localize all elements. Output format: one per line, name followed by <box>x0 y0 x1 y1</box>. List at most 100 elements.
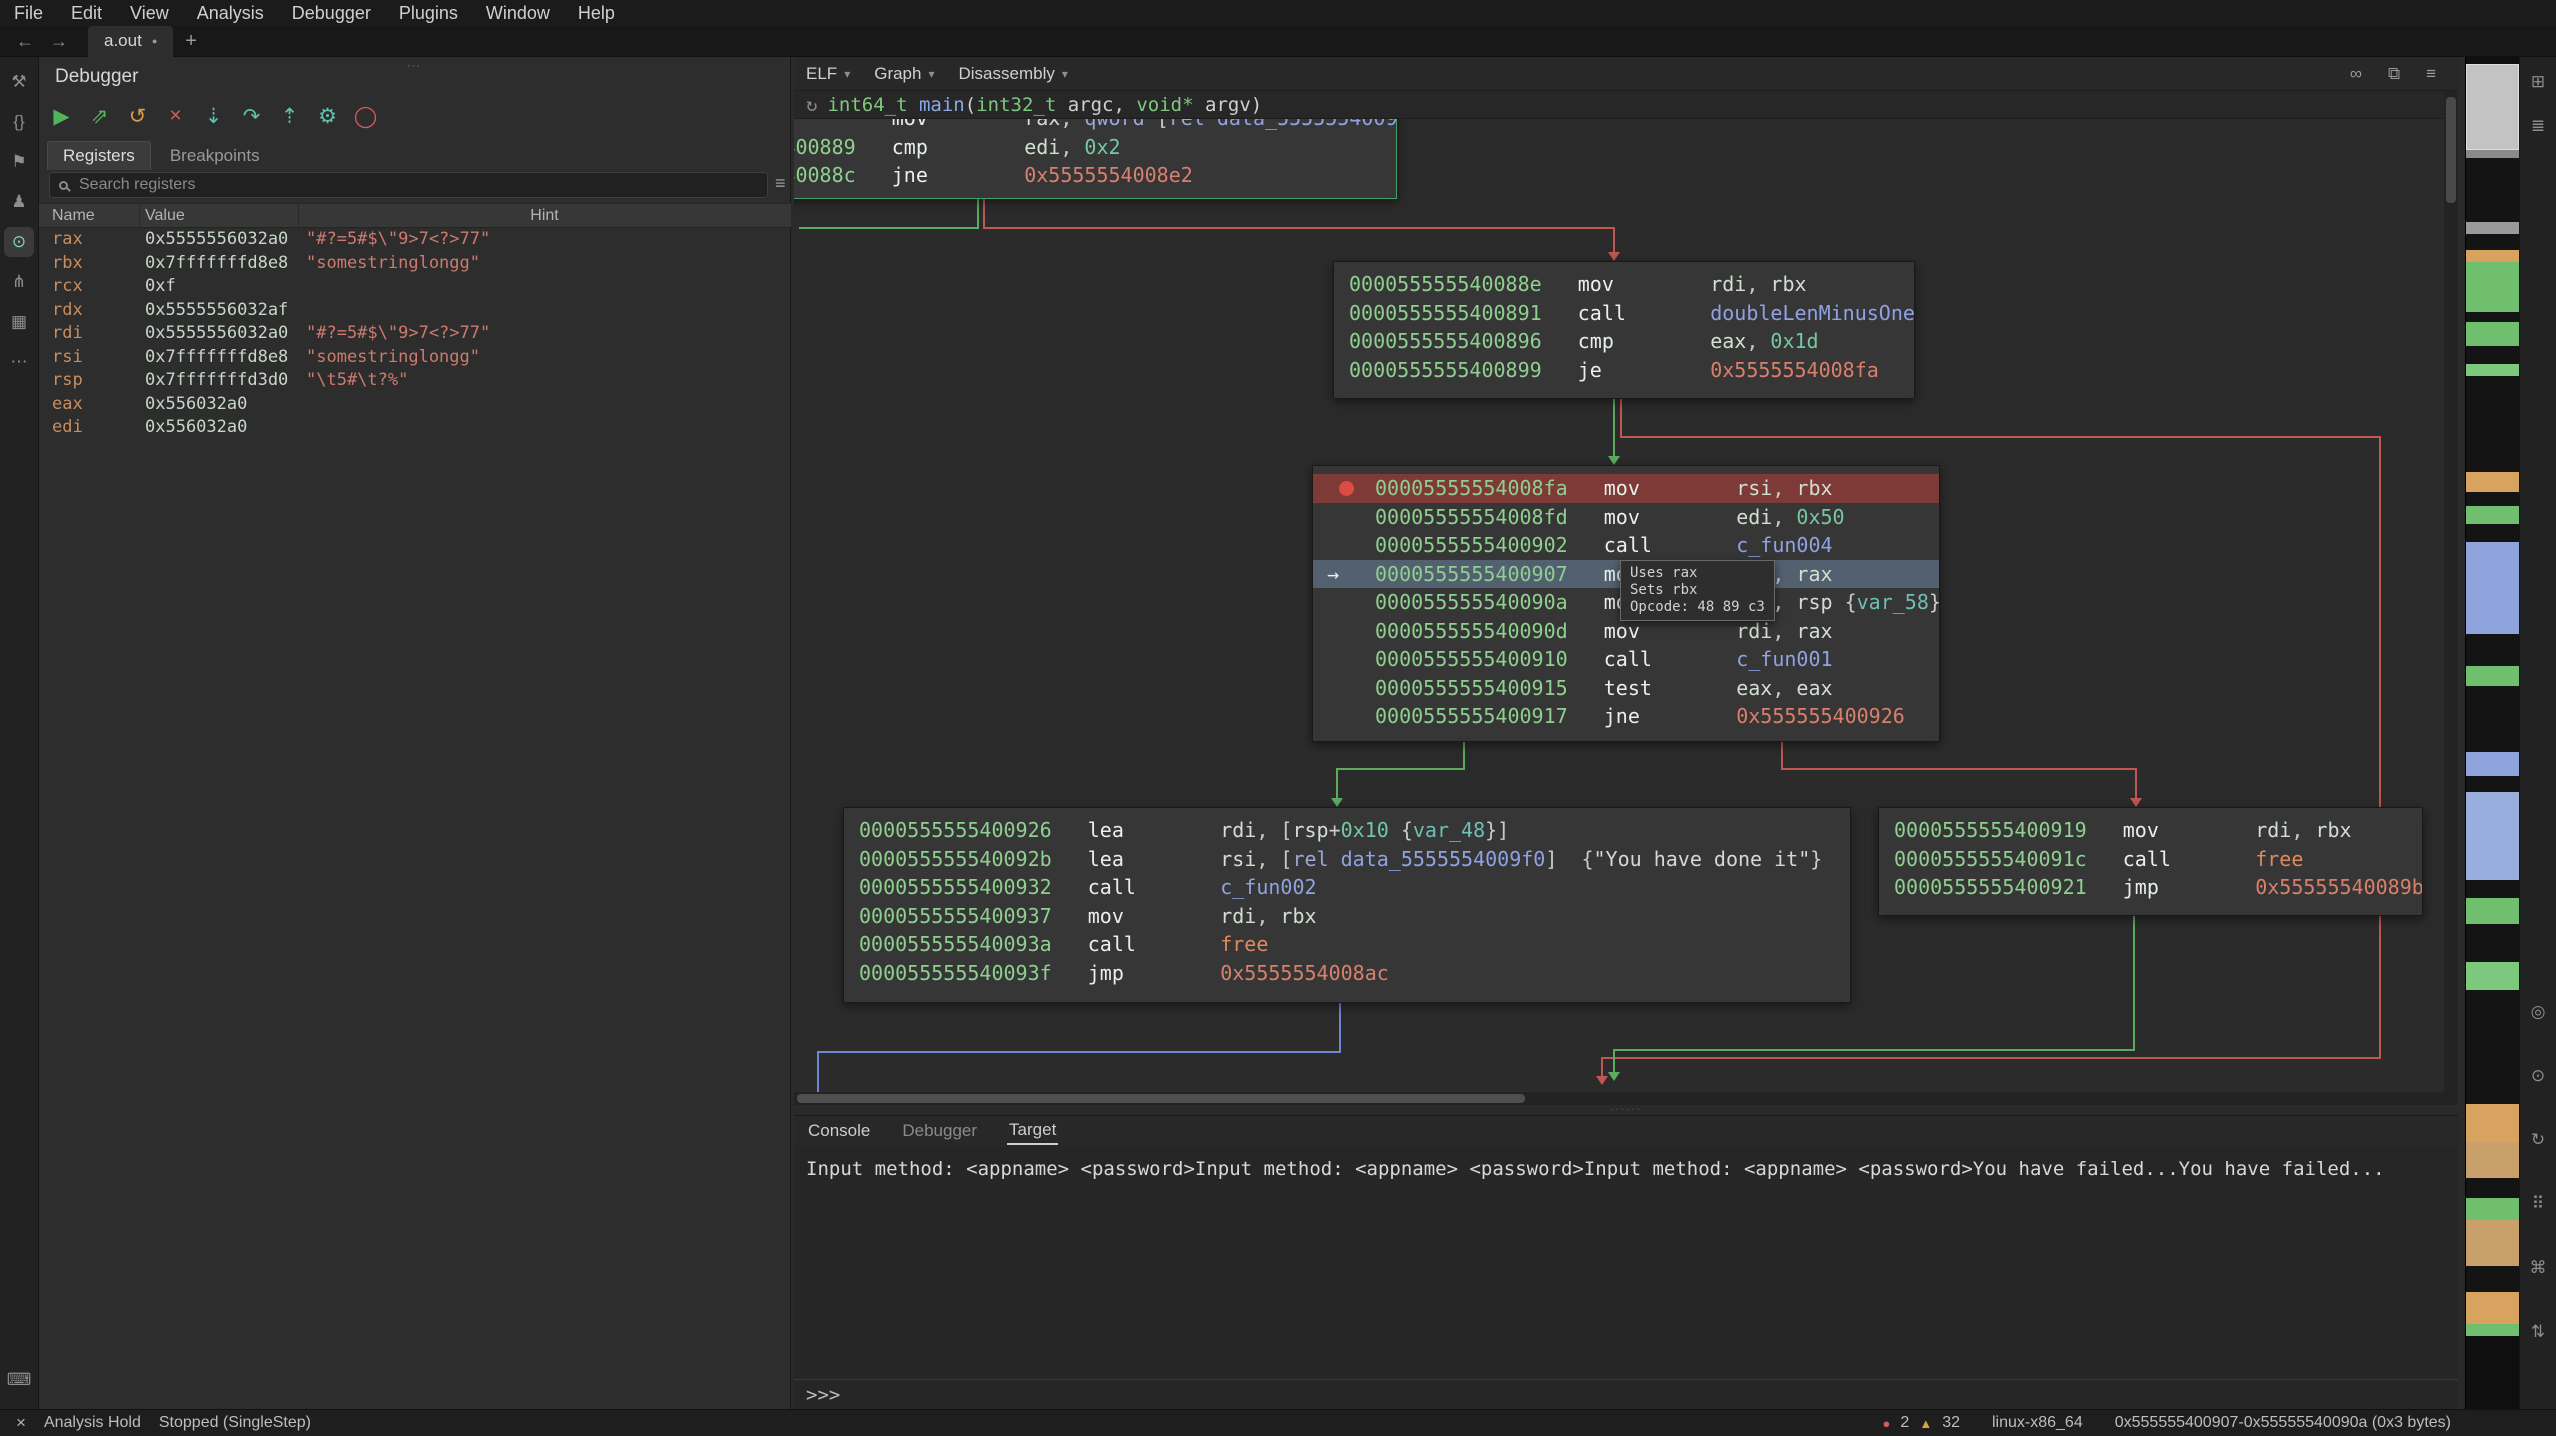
step-over-button[interactable]: ↷ <box>239 104 264 129</box>
disasm-row[interactable]: 000055555540093acallfree <box>844 930 1850 959</box>
disasm-row[interactable]: 000055555540088cjne0x5555554008e2 <box>794 161 1396 190</box>
console-tab-console[interactable]: Console <box>806 1118 872 1144</box>
disasm-row[interactable]: 0000555555400896cmpeax, 0x1d <box>1334 327 1914 356</box>
kill-button[interactable]: × <box>163 104 188 128</box>
instruction-address: 0000555555400926 <box>859 816 1052 845</box>
run-button[interactable]: ⇗ <box>87 104 112 129</box>
breakpoint-toggle-button[interactable]: ◯ <box>353 104 378 129</box>
search-input[interactable] <box>77 175 758 195</box>
tags-icon[interactable]: ⚑ <box>4 147 34 177</box>
register-row[interactable]: rax0x5555556032a0"#?=5#$\"9>7<?>77" <box>39 228 791 252</box>
disasm-row[interactable]: 0000555555400921jmp0x55555540089b <box>1879 873 2422 902</box>
console-input[interactable]: >>> <box>794 1379 2458 1409</box>
menu-window[interactable]: Window <box>472 0 564 26</box>
menu-analysis[interactable]: Analysis <box>183 0 278 26</box>
panel-drag-handle[interactable]: ⋯ <box>407 57 423 74</box>
console-tab-target[interactable]: Target <box>1007 1117 1058 1145</box>
disasm-row[interactable]: 0000555555400926leardi, [rsp+0x10 {var_4… <box>844 816 1850 845</box>
graph-vertical-scrollbar[interactable] <box>2444 91 2458 1105</box>
stack-view-icon[interactable]: ≣ <box>2523 111 2553 141</box>
console-panel-icon[interactable]: ⌨ <box>4 1365 34 1395</box>
sync-location-icon[interactable]: ∞ <box>2350 64 2362 84</box>
menu-plugins[interactable]: Plugins <box>385 0 472 26</box>
register-row[interactable]: rdi0x5555556032a0"#?=5#$\"9>7<?>77" <box>39 322 791 346</box>
strings-icon[interactable]: ♟ <box>4 187 34 217</box>
disasm-row[interactable]: 00005555554008fdmovedi, 0x50 <box>1313 503 1939 532</box>
disasm-row[interactable]: 0000555555400891calldoubleLenMinusOne <box>1334 299 1914 328</box>
menu-file[interactable]: File <box>0 0 57 26</box>
breakpoint-icon[interactable] <box>1339 481 1354 496</box>
disasm-row[interactable]: 0000555555400932callc_fun002 <box>844 873 1850 902</box>
menu-debugger[interactable]: Debugger <box>278 0 385 26</box>
register-row[interactable]: rdx0x5555556032af <box>39 299 791 323</box>
restart-button[interactable]: ↺ <box>125 104 150 129</box>
forward-arrow-icon[interactable]: → <box>50 31 68 52</box>
scrollbar-thumb[interactable] <box>2446 97 2456 203</box>
tab-breakpoints[interactable]: Breakpoints <box>155 142 275 170</box>
operand: eax <box>1796 676 1832 700</box>
types-icon[interactable]: {} <box>4 107 34 137</box>
disasm-row[interactable]: 0000555555400917jne0x555555400926 <box>1313 702 1939 731</box>
disasm-row[interactable]: 000055555540093fjmp0x5555554008ac <box>844 959 1850 988</box>
register-row[interactable]: rsi0x7fffffffd8e8"somestringlongg" <box>39 346 791 370</box>
console-tab-debugger[interactable]: Debugger <box>900 1118 979 1144</box>
feature-map[interactable] <box>2465 57 2519 1409</box>
history-icon[interactable]: ↻ <box>2523 1125 2553 1155</box>
register-row[interactable]: rsp0x7fffffffd3d0"\t5#\t?%" <box>39 369 791 393</box>
register-options-icon[interactable]: ≡ <box>775 173 786 194</box>
target-icon[interactable]: ◎ <box>2523 997 2553 1027</box>
scrollbar-thumb[interactable] <box>797 1094 1525 1103</box>
analysis-hold-icon[interactable]: × <box>16 1413 26 1433</box>
disasm-row[interactable]: 0000555555400919movrdi, rbx <box>1879 816 2422 845</box>
memory-dots-icon[interactable]: ⠿ <box>2523 1189 2553 1219</box>
panel-layout-icon[interactable]: ⊞ <box>2523 67 2553 97</box>
instruction-mnemonic: call <box>1604 531 1736 560</box>
callgraph-icon[interactable]: ⋔ <box>4 267 34 297</box>
disasm-row[interactable]: 00005555554008famovrsi, rbx <box>1313 474 1939 503</box>
disasm-row[interactable]: 000055555540092blearsi, [rel data_555555… <box>844 845 1850 874</box>
view-menu-graph[interactable]: Graph▾ <box>874 64 934 84</box>
step-return-button[interactable]: ⇡ <box>277 104 302 129</box>
register-row[interactable]: eax0x556032a0 <box>39 393 791 417</box>
resume-button[interactable]: ▶ <box>49 104 74 129</box>
tab-registers[interactable]: Registers <box>47 141 151 170</box>
menu-edit[interactable]: Edit <box>57 0 116 26</box>
view-menu-disassembly[interactable]: Disassembly▾ <box>959 64 1068 84</box>
view-menu-elf[interactable]: ELF▾ <box>806 64 850 84</box>
debugger-icon[interactable]: ⊙ <box>4 227 34 257</box>
disasm-row[interactable]: 0000555555400910callc_fun001 <box>1313 645 1939 674</box>
warning-indicator-icon[interactable]: ▲ <box>1919 1416 1932 1431</box>
disasm-row[interactable]: 0000555555400899je0x5555554008fa <box>1334 356 1914 385</box>
split-pane-icon[interactable]: ⧉ <box>2388 64 2400 84</box>
operand: }] <box>1485 818 1509 842</box>
more-panels-icon[interactable]: ⋯ <box>4 347 34 377</box>
register-row[interactable]: rbx0x7fffffffd8e8"somestringlongg" <box>39 252 791 276</box>
disasm-row[interactable]: 0000555555400902callc_fun004 <box>1313 531 1939 560</box>
disasm-row[interactable]: 0000555555400915testeax, eax <box>1313 674 1939 703</box>
sort-icon[interactable]: ⇅ <box>2523 1317 2553 1347</box>
register-row[interactable]: rcx0xf <box>39 275 791 299</box>
menu-help[interactable]: Help <box>564 0 629 26</box>
disasm-row[interactable]: 0000555555400889cmpedi, 0x2 <box>794 133 1396 162</box>
console-splitter-handle[interactable]: ······ <box>794 1105 2458 1115</box>
view-options-icon[interactable]: ≡ <box>2426 64 2436 84</box>
command-palette-icon[interactable]: ⌘ <box>2523 1253 2553 1283</box>
disasm-row[interactable]: 000055555540091ccallfree <box>1879 845 2422 874</box>
feature-map-viewport[interactable] <box>2466 64 2519 150</box>
register-search-box[interactable] <box>49 172 768 198</box>
menu-view[interactable]: View <box>116 0 183 26</box>
back-arrow-icon[interactable]: ← <box>16 31 34 52</box>
disasm-row[interactable]: movrax, qword [rel data_5555554009f8] <box>794 119 1396 133</box>
disasm-row[interactable]: 000055555540088emovrdi, rbx <box>1334 270 1914 299</box>
document-tab[interactable]: a.out ● <box>88 26 173 57</box>
register-row[interactable]: edi0x556032a0 <box>39 416 791 440</box>
debugger-settings-button[interactable]: ⚙ <box>315 104 340 129</box>
disasm-row[interactable]: 0000555555400937movrdi, rbx <box>844 902 1850 931</box>
error-indicator-icon[interactable]: ● <box>1883 1416 1891 1431</box>
step-into-button[interactable]: ⇣ <box>201 104 226 129</box>
debugger-toolbar: ▶ ⇗ ↺ × ⇣ ↷ ⇡ ⚙ ◯ <box>49 100 378 132</box>
find-icon[interactable]: ⊙ <box>2523 1061 2553 1091</box>
build-tools-icon[interactable]: ⚒ <box>4 67 34 97</box>
new-tab-button[interactable]: + <box>185 30 197 53</box>
memory-map-icon[interactable]: ▦ <box>4 307 34 337</box>
